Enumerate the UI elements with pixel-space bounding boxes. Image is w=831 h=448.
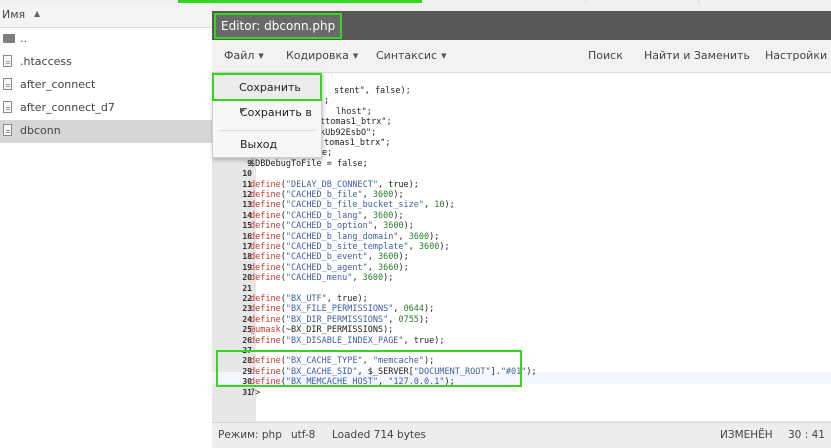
status-mode: Режим: php (218, 429, 282, 441)
line-number: 24 (242, 314, 252, 324)
menu-item-save[interactable]: Сохранить (212, 73, 322, 101)
editor-menubar: Файл ▼ Кодировка ▼ Синтаксис ▼ Поиск Найти … (212, 40, 831, 73)
editor-title: Editor: dbconn.php (214, 13, 343, 39)
line-number: 18 (242, 252, 252, 262)
line-number: 11 (242, 179, 252, 189)
file-icon (3, 78, 12, 90)
menu-encoding-label: Кодировка (286, 49, 349, 62)
code-line: define("CACHED_b_file_bucket_size", 10); (250, 200, 455, 211)
line-number: 20 (242, 273, 252, 283)
code-line: define("CACHED_b_site_template", 3600); (250, 242, 450, 252)
line-number: 19 (242, 262, 252, 272)
code-line: define("CACHED_b_lang_domain", 3600); (250, 231, 440, 242)
menu-settings[interactable]: Настройки (765, 49, 827, 62)
menu-divider (219, 130, 315, 131)
file-row[interactable]: .. (0, 28, 212, 51)
code-line: define("CACHED_b_agent", 3660); (250, 262, 409, 273)
code-line: define("BX_FILE_PERMISSIONS", 0644); (250, 304, 435, 315)
menu-find-replace[interactable]: Найти и Заменить (644, 49, 750, 62)
code-line: @umask(~BX_DIR_PERMISSIONS); (250, 325, 394, 336)
file-name: after_connect_d7 (20, 101, 115, 114)
code-line: define("DELAY_DB_CONNECT", true); (250, 179, 419, 190)
menu-item-save-as[interactable]: Сохранить в ▶ (213, 101, 321, 125)
line-number: 12 (242, 190, 252, 199)
file-row[interactable]: dbconn (0, 120, 212, 143)
code-line: kUb92EsbO"; (320, 127, 377, 138)
file-row[interactable]: .htaccess (0, 51, 212, 74)
file-dropdown-menu: Сохранить Сохранить в ▶ Выход (212, 72, 322, 158)
menu-syntax[interactable]: Синтаксис ▼ (376, 49, 446, 62)
code-line: ttomas1_btrx"; (320, 117, 392, 128)
line-number: 10 (242, 169, 252, 179)
line-number: 23 (242, 304, 252, 314)
chevron-down-icon: ▼ (258, 52, 264, 60)
line-number: 14 (242, 210, 252, 220)
file-icon (3, 55, 12, 67)
code-line: define("BX_DISABLE_INDEX_PAGE", true); (250, 335, 445, 346)
menu-syntax-label: Синтаксис (376, 49, 438, 62)
line-number: 21 (242, 283, 252, 293)
file-icon (3, 124, 12, 136)
file-name: .. (20, 32, 27, 45)
code-line: define("BX_DIR_PERMISSIONS", 0755); (250, 314, 430, 325)
code-line: define("CACHED_b_option", 3600); (250, 221, 414, 232)
line-number: 31 (242, 387, 252, 397)
code-line: define("CACHED_b_file", 3600); (250, 190, 404, 200)
chevron-down-icon: ▼ (352, 52, 359, 60)
line-number: 26 (242, 335, 252, 345)
sort-up-icon: ▲ (34, 9, 41, 18)
menu-item-exit-label: Выход (240, 138, 278, 151)
code-line: tomas1_btrx"; (324, 138, 391, 148)
file-icon (3, 101, 12, 113)
code-line: e; (322, 148, 333, 159)
code-line: define("BX_UTF", true); (250, 294, 368, 304)
status-encoding: utf-8 (291, 429, 316, 441)
highlight-box (216, 350, 522, 387)
file-name: dbconn (20, 124, 61, 137)
line-number: 13 (242, 200, 252, 210)
editor-titlebar[interactable]: Editor: dbconn.php (212, 11, 831, 40)
line-number: 17 (242, 242, 252, 251)
chevron-right-icon: ▶ (240, 106, 246, 114)
line-number: 9 (247, 158, 252, 168)
menu-item-exit[interactable]: Выход (213, 133, 321, 157)
file-row[interactable]: after_connect (0, 74, 212, 97)
folder-icon (3, 34, 15, 43)
column-header-name[interactable]: Имя ▲ (0, 3, 212, 28)
code-line: ?> (250, 387, 261, 398)
file-name: after_connect (20, 78, 96, 91)
column-header-label: Имя (2, 8, 26, 21)
code-line: define("CACHED_b_event", 3600); (250, 252, 409, 263)
file-row[interactable]: after_connect_d7 (0, 97, 212, 120)
menu-search[interactable]: Поиск (588, 49, 623, 62)
status-modified: ИЗМЕНЁН (720, 429, 773, 441)
status-bar: Режим: php utf-8 Loaded 714 bytes ИЗМЕНЁ… (212, 422, 831, 448)
chevron-down-icon: ▼ (441, 52, 447, 60)
code-line: lhost"; (336, 106, 372, 117)
menu-item-save-label: Сохранить (239, 81, 301, 94)
code-line: define("CACHED_b_lang", 3600); (250, 210, 404, 221)
line-number: 15 (242, 221, 252, 231)
code-line: stent", false); (334, 86, 411, 96)
file-name: .htaccess (20, 55, 72, 68)
menu-file[interactable]: Файл ▼ (224, 49, 264, 62)
line-number: 16 (242, 231, 252, 241)
menu-encoding[interactable]: Кодировка ▼ (286, 49, 358, 62)
status-loaded: Loaded 714 bytes (332, 429, 426, 441)
menu-file-label: Файл (224, 49, 255, 62)
background-strip (212, 3, 831, 11)
status-position: 30 : 41 (788, 429, 825, 441)
code-line: $DBDebugToFile = false; (250, 158, 368, 169)
line-number: 25 (242, 325, 252, 335)
line-number: 22 (242, 294, 252, 303)
code-line: define("CACHED_menu", 3600); (250, 273, 394, 284)
code-line: ; (324, 96, 330, 107)
